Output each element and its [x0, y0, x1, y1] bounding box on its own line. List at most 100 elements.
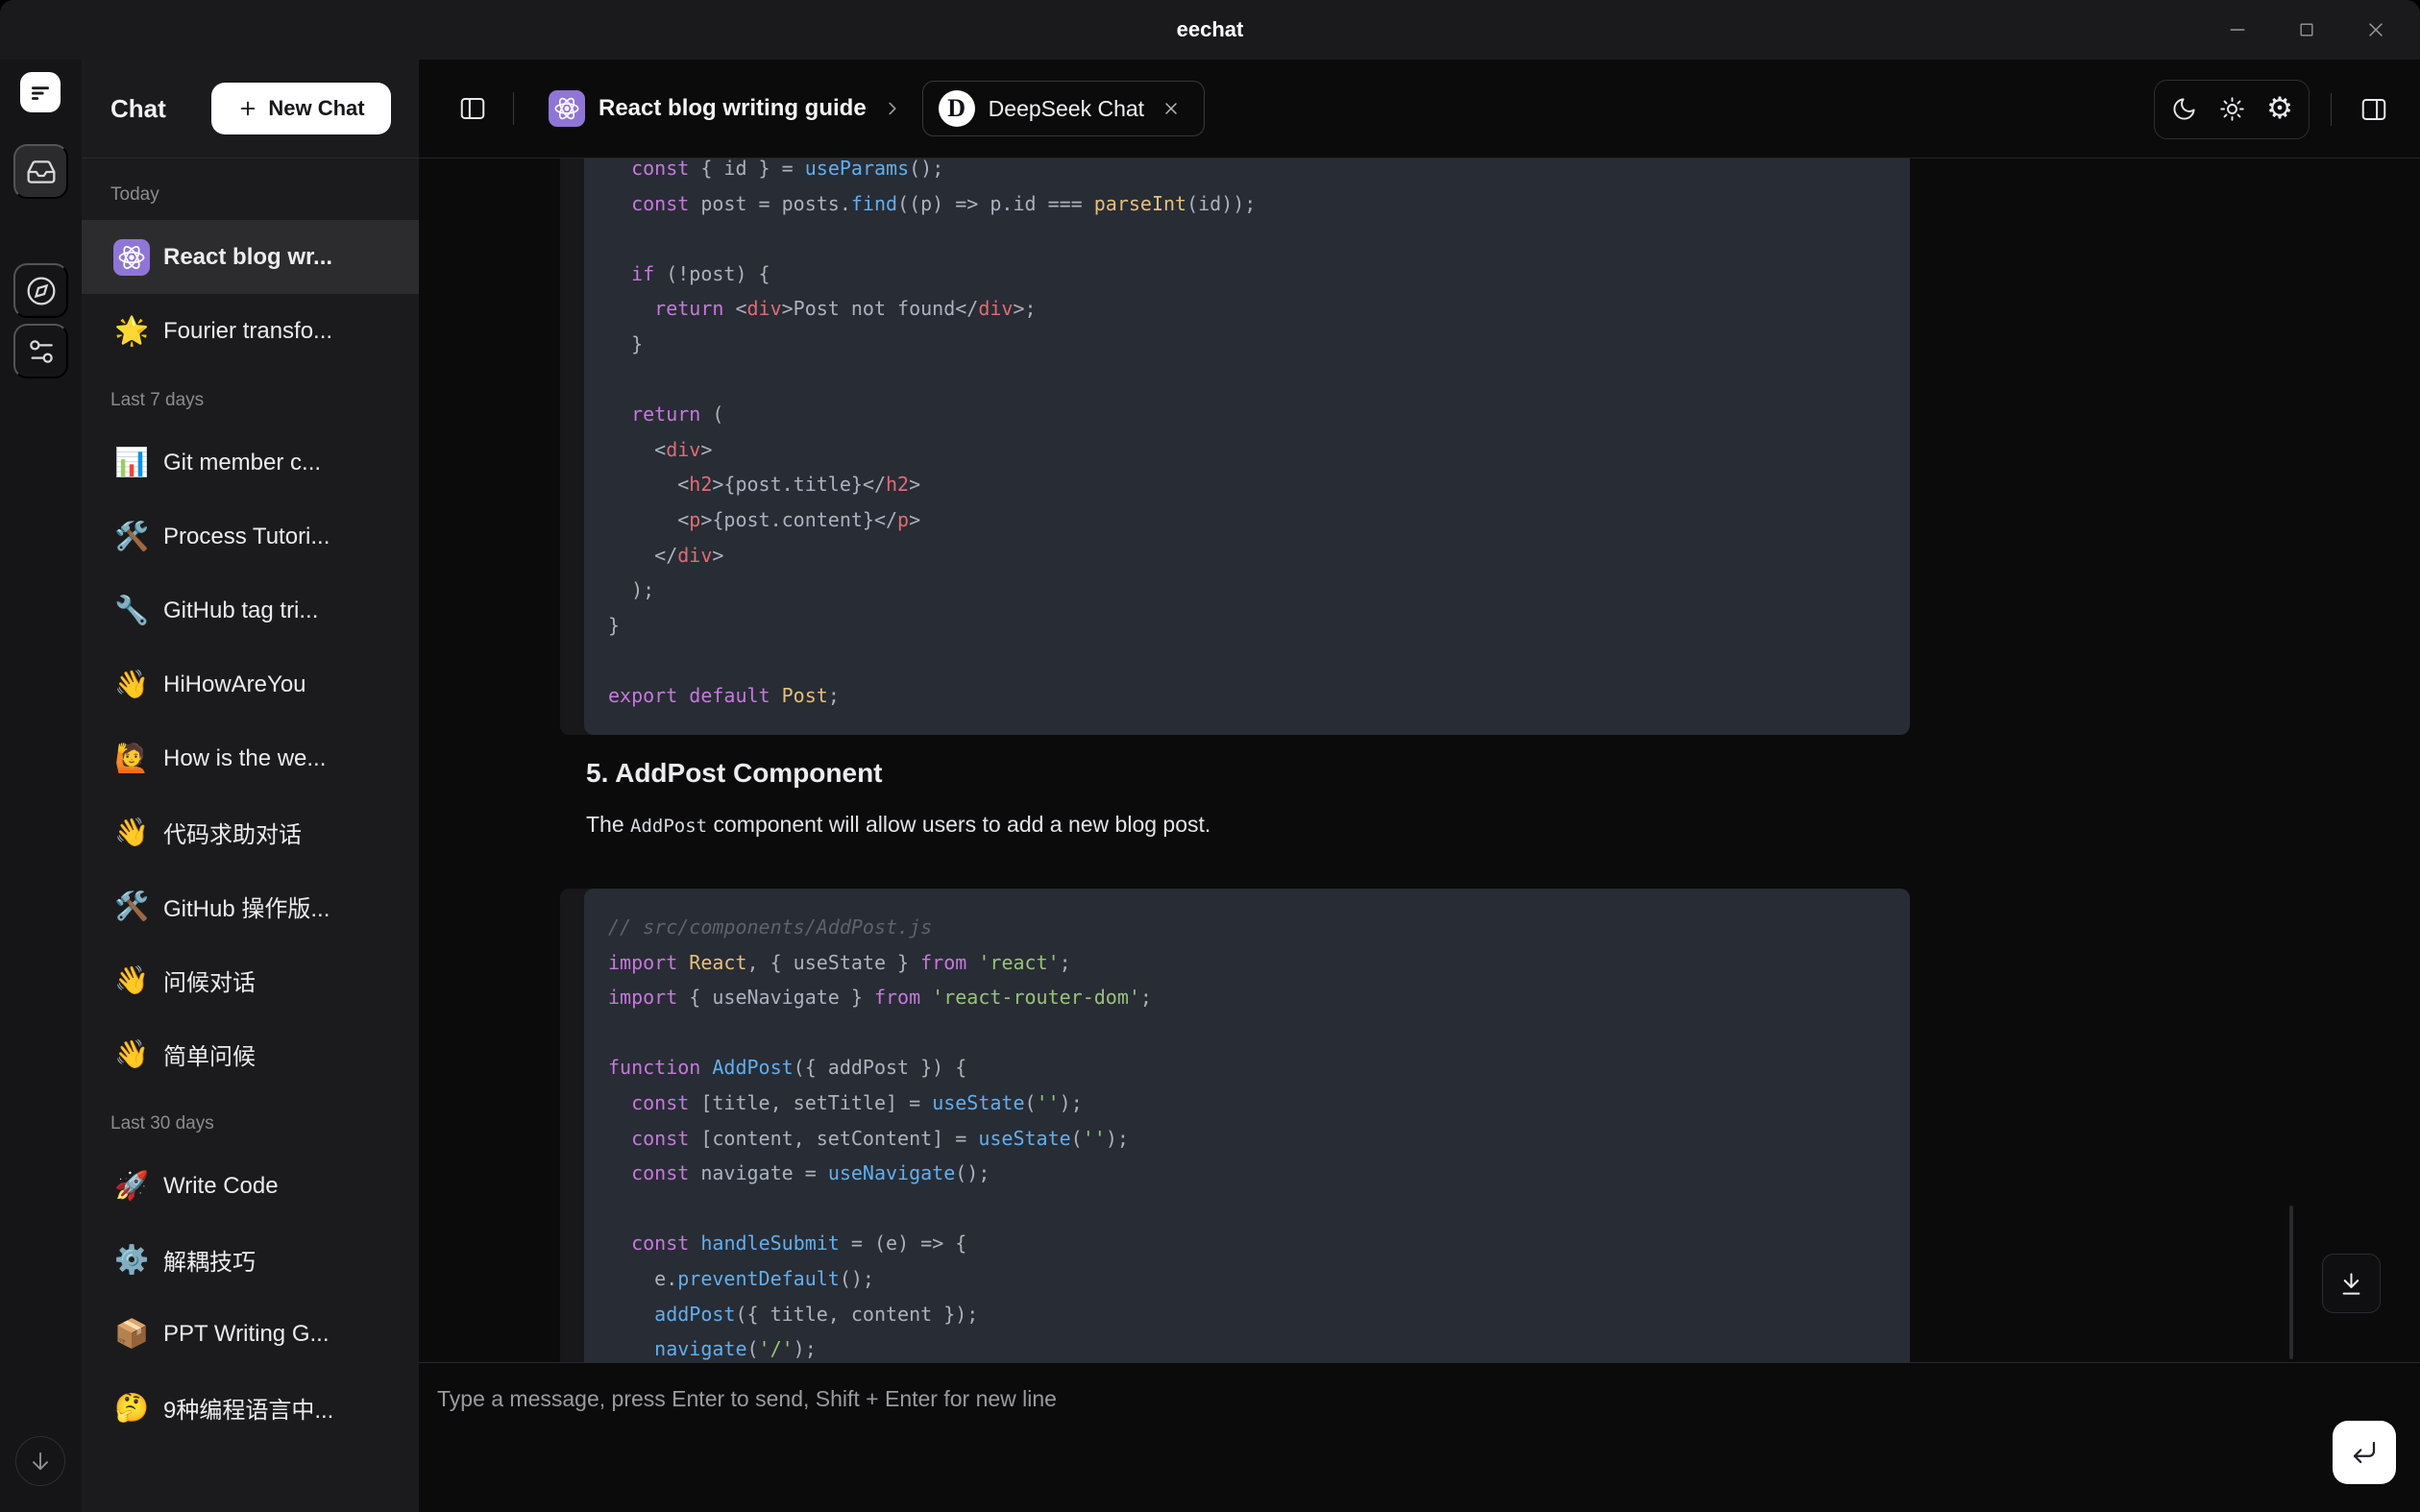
sun-icon: [2219, 96, 2245, 122]
moon-icon: [2171, 96, 2197, 122]
code-line: [608, 1191, 1881, 1227]
nav-rail: [0, 60, 82, 1512]
sidebar-item[interactable]: 🙋 How is the we...: [82, 721, 419, 795]
sidebar-item[interactable]: 🛠️ GitHub 操作版...: [82, 869, 419, 943]
dark-mode-button[interactable]: [2163, 88, 2205, 131]
chat-emoji-icon: 📦: [113, 1316, 150, 1353]
send-button[interactable]: [2333, 1421, 2396, 1484]
sidebar-item[interactable]: 📊Git member c...: [82, 426, 419, 500]
chat-emoji-icon: 👋: [113, 815, 150, 851]
sidebar-item-label: 问候对话: [163, 963, 256, 997]
sidebar-item[interactable]: 🔧GitHub tag tri...: [82, 573, 419, 647]
code-line: function AddPost({ addPost }) {: [608, 1050, 1881, 1085]
sidebar-item-label: 代码求助对话: [163, 816, 302, 849]
code-line: }: [608, 608, 1881, 644]
react-atom-icon: [553, 95, 580, 122]
header-divider: [2331, 93, 2332, 126]
chat-emoji-icon: 🛠️: [113, 889, 150, 925]
code-block-addpost-component: // src/components/AddPost.jsimport React…: [560, 889, 1910, 1362]
chevron-right-icon: [882, 98, 903, 119]
sidebar-section-label: Last 7 days: [82, 383, 419, 418]
sidebar-item[interactable]: ⚙️ 解耦技巧: [82, 1223, 419, 1297]
code-line: const handleSubmit = (e) => {: [608, 1226, 1881, 1261]
compass-icon: [26, 276, 57, 306]
header-divider: [513, 92, 514, 125]
code-line: const [content, setContent] = useState('…: [608, 1121, 1881, 1157]
chat-title: React blog writing guide: [599, 95, 867, 122]
model-tab-close-button[interactable]: [1161, 99, 1181, 118]
code-line: [608, 643, 1881, 678]
gear-icon: ⚙: [2266, 94, 2293, 124]
sidebar-item[interactable]: 🚀Write Code: [82, 1149, 419, 1223]
sidebar-section-label: Today: [82, 178, 419, 212]
window-controls: [2203, 0, 2410, 60]
code-line: return <div>Post not found</div>;: [608, 291, 1881, 327]
sidebar-item[interactable]: 🤔9种编程语言中...: [82, 1371, 419, 1445]
panel-right-icon: [2359, 95, 2388, 124]
code-line: import React, { useState } from 'react';: [608, 945, 1881, 981]
plus-icon: [237, 98, 258, 119]
code-line: <div>: [608, 432, 1881, 468]
code-line: const [title, setTitle] = useState('');: [608, 1085, 1881, 1121]
maximize-button[interactable]: [2272, 0, 2341, 60]
new-chat-button[interactable]: New Chat: [211, 83, 391, 134]
chat-emoji-icon: 🛠️: [113, 519, 150, 555]
sidebar-item[interactable]: React blog wr...: [82, 220, 419, 294]
react-atom-icon: [113, 239, 150, 276]
chat-topic-icon: [549, 90, 585, 127]
system-theme-button[interactable]: ⚙: [2259, 88, 2301, 131]
sidebar-item[interactable]: 📦PPT Writing G...: [82, 1297, 419, 1371]
sidebar-item[interactable]: 👋HiHowAreYou: [82, 647, 419, 721]
sidebar-item[interactable]: 👋 问候对话: [82, 943, 419, 1017]
sidebar-item[interactable]: 👋 代码求助对话: [82, 795, 419, 869]
sidebar-item-label: Process Tutori...: [163, 524, 330, 550]
code-line: [608, 362, 1881, 398]
code-line: addPost({ title, content });: [608, 1297, 1881, 1332]
code-line: const navigate = useNavigate();: [608, 1156, 1881, 1191]
light-mode-button[interactable]: [2211, 88, 2253, 131]
panel-left-icon: [458, 94, 487, 123]
sidebar-item-label: How is the we...: [163, 745, 326, 772]
code-line: <p>{post.content}</p>: [608, 502, 1881, 538]
chat-emoji-icon: ⚙️: [113, 1242, 150, 1279]
sidebar-item-label: React blog wr...: [163, 244, 332, 271]
code-line: <h2>{post.title}</h2>: [608, 467, 1881, 502]
sliders-icon: [26, 336, 57, 367]
rail-discover-button[interactable]: [13, 263, 68, 318]
code-line: return (: [608, 397, 1881, 432]
header-actions: ⚙: [2154, 60, 2395, 159]
chat-emoji-icon: 🙋: [113, 741, 150, 777]
sidebar-item[interactable]: 🛠️ Process Tutori...: [82, 500, 419, 573]
sidebar-toggle-button[interactable]: [452, 87, 494, 130]
sidebar-item-label: 9种编程语言中...: [163, 1391, 333, 1425]
code-line: export default Post;: [608, 678, 1881, 714]
code-line: const post = posts.find((p) => p.id === …: [608, 186, 1881, 222]
sidebar-item[interactable]: 🌟Fourier transfo...: [82, 294, 419, 368]
scrollbar-thumb[interactable]: [2289, 1206, 2293, 1359]
chat-emoji-icon: 👋: [113, 667, 150, 703]
rail-scroll-down-button[interactable]: [15, 1436, 65, 1486]
sidebar-item-label: 解耦技巧: [163, 1243, 256, 1277]
minimize-button[interactable]: [2203, 0, 2272, 60]
model-tab[interactable]: D DeepSeek Chat: [922, 81, 1205, 136]
sidebar-item[interactable]: 👋简单问候: [82, 1017, 419, 1091]
code-line: navigate('/');: [608, 1331, 1881, 1362]
sidebar-item-label: GitHub 操作版...: [163, 890, 330, 923]
arrow-down-icon: [27, 1448, 54, 1475]
message-scroll-area[interactable]: const { id } = useParams(); const post =…: [419, 159, 2420, 1362]
app-logo[interactable]: [20, 72, 61, 112]
rail-chat-button[interactable]: [13, 144, 68, 199]
rail-preferences-button[interactable]: [13, 324, 68, 378]
inline-code: AddPost: [630, 816, 707, 837]
scroll-to-bottom-button[interactable]: [2322, 1254, 2381, 1313]
chat-emoji-icon: 👋: [113, 963, 150, 999]
close-button[interactable]: [2341, 0, 2410, 60]
code-line: }: [608, 327, 1881, 362]
sidebar-title: Chat: [110, 60, 166, 159]
deepseek-logo: D: [939, 90, 975, 127]
sidebar-item-label: Fourier transfo...: [163, 318, 332, 345]
message-input[interactable]: [437, 1386, 2291, 1492]
right-panel-toggle-button[interactable]: [2353, 88, 2395, 131]
sidebar-header: Chat New Chat: [82, 60, 419, 159]
composer: [419, 1362, 2420, 1512]
